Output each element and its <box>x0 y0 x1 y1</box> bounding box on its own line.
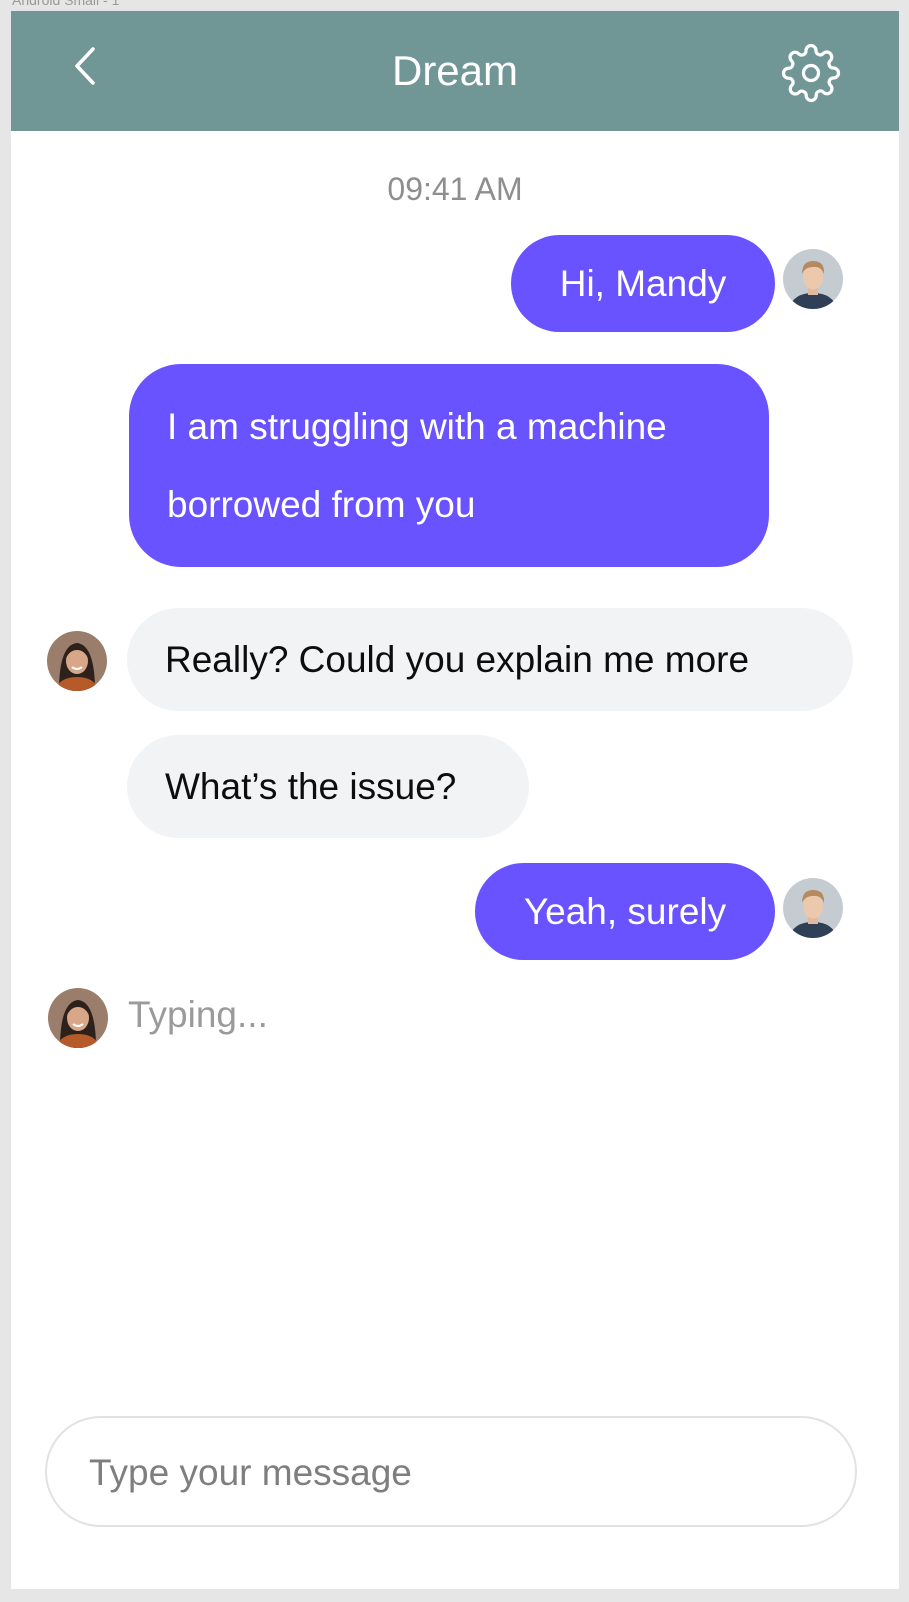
woman-avatar-icon <box>47 631 107 691</box>
woman-avatar-icon <box>48 988 108 1048</box>
message-text: What’s the issue? <box>165 765 457 807</box>
gear-icon <box>781 43 841 103</box>
chat-screen: Dream 09:41 AM Hi, Mandy I am struggling… <box>11 11 899 1589</box>
message-text: Hi, Mandy <box>559 262 727 304</box>
app-header: Dream <box>11 11 899 131</box>
settings-button[interactable] <box>779 41 843 105</box>
outgoing-message-bubble[interactable]: Hi, Mandy <box>511 235 775 332</box>
chat-title: Dream <box>391 47 519 94</box>
outgoing-message-bubble[interactable]: I am struggling with a machine borrowed … <box>129 364 769 567</box>
message-input[interactable] <box>87 1418 811 1527</box>
typing-indicator: Typing... <box>128 994 268 1035</box>
my-avatar[interactable] <box>783 878 843 938</box>
frame-label: Android Small - 1 <box>12 0 120 8</box>
contact-avatar[interactable] <box>47 631 107 691</box>
message-text: Really? Could you explain me more <box>165 638 750 680</box>
man-avatar-icon <box>783 249 843 309</box>
message-text: I am struggling with a machine borrowed … <box>167 405 667 525</box>
contact-avatar[interactable] <box>48 988 108 1048</box>
message-text: Yeah, surely <box>523 890 727 932</box>
message-composer <box>45 1416 857 1527</box>
man-avatar-icon <box>783 878 843 938</box>
outgoing-message-bubble[interactable]: Yeah, surely <box>475 863 775 960</box>
incoming-message-bubble[interactable]: Really? Could you explain me more <box>127 608 853 711</box>
chat-timestamp: 09:41 AM <box>387 171 523 207</box>
incoming-message-bubble[interactable]: What’s the issue? <box>127 735 529 838</box>
my-avatar[interactable] <box>783 249 843 309</box>
